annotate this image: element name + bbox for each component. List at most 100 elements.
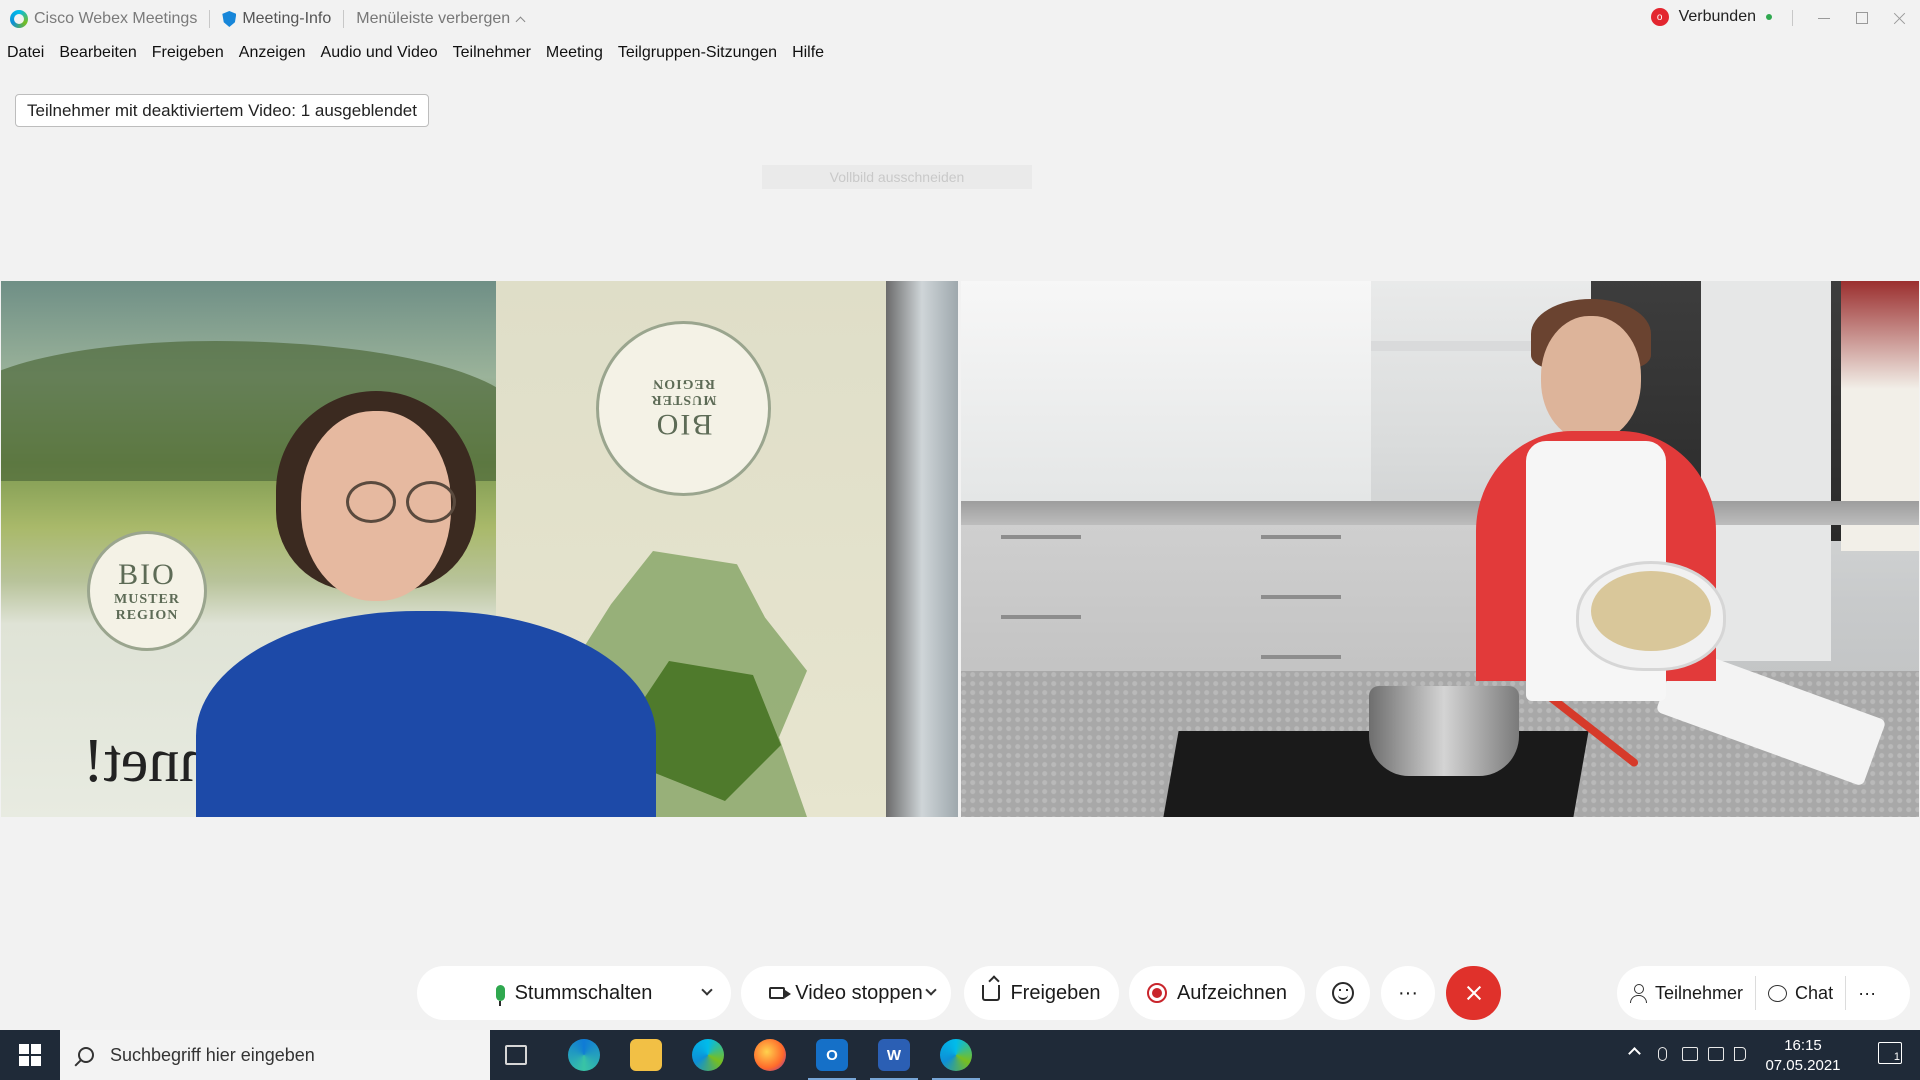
recording-indicator-icon: o xyxy=(1650,8,1669,26)
share-icon xyxy=(982,985,1001,1001)
microphone-icon[interactable] xyxy=(1658,1047,1667,1061)
share-label: Freigeben xyxy=(1010,981,1101,1004)
file-explorer-icon[interactable] xyxy=(630,1039,662,1071)
title-bar: Cisco Webex Meetings Meeting-Info Menüle… xyxy=(0,0,1920,38)
start-button[interactable] xyxy=(0,1030,60,1080)
menu-item-teilgruppen-sitzungen[interactable]: Teilgruppen-Sitzungen xyxy=(618,44,777,68)
participants-label: Teilnehmer xyxy=(1655,982,1744,1003)
status-dot-icon xyxy=(1766,14,1772,20)
title-separator xyxy=(209,10,211,28)
meeting-controls: Stummschalten Video stoppen Freigeben Au… xyxy=(0,966,1920,1020)
record-button[interactable]: Aufzeichnen xyxy=(1129,966,1305,1020)
badge-text: MUSTER xyxy=(114,592,180,607)
menu-item-bearbeiten[interactable]: Bearbeiten xyxy=(59,44,136,68)
menu-item-audio-und-video[interactable]: Audio und Video xyxy=(321,44,438,68)
network-icon[interactable] xyxy=(1708,1047,1724,1061)
hide-menu-button[interactable]: Menüleiste verbergen xyxy=(356,10,526,28)
mute-label: Stummschalten xyxy=(514,981,653,1004)
chat-button[interactable]: Chat xyxy=(1756,966,1845,1020)
menu-item-meeting[interactable]: Meeting xyxy=(546,44,603,68)
camera-icon xyxy=(769,987,792,999)
menu-item-anzeigen[interactable]: Anzeigen xyxy=(239,44,306,68)
volume-icon[interactable] xyxy=(1734,1047,1746,1061)
badge-text: BIO xyxy=(654,408,713,442)
badge-text: MUSTER xyxy=(650,392,717,408)
menu-item-datei[interactable]: Datei xyxy=(7,44,44,68)
fullscreen-hint: Vollbild ausschneiden xyxy=(762,165,1032,189)
clock-time: 16:15 xyxy=(1784,1037,1822,1054)
badge-text: BIO xyxy=(118,558,176,591)
hidden-participants-button[interactable]: Teilnehmer mit deaktiviertem Video: 1 au… xyxy=(15,94,429,127)
battery-icon[interactable] xyxy=(1682,1047,1698,1061)
clock-date: 07.05.2021 xyxy=(1765,1057,1841,1074)
shield-icon xyxy=(222,11,237,27)
bio-musterregion-logo: BIO MUSTER REGION xyxy=(596,321,771,496)
firefox-icon[interactable] xyxy=(754,1039,786,1071)
mute-button[interactable]: Stummschalten xyxy=(417,966,731,1020)
menu-bar: Datei Bearbeiten Freigeben Anzeigen Audi… xyxy=(0,44,832,68)
more-icon: ··· xyxy=(1858,982,1877,1003)
share-button[interactable]: Freigeben xyxy=(964,966,1119,1020)
close-window-button[interactable] xyxy=(1884,4,1914,32)
connection-status[interactable]: o Verbunden xyxy=(1650,8,1772,26)
cooking-pot xyxy=(1369,686,1519,776)
minimize-button[interactable] xyxy=(1809,4,1839,32)
window-background xyxy=(886,281,958,817)
search-placeholder: Suchbegriff hier eingeben xyxy=(110,1044,315,1065)
person-icon xyxy=(1629,984,1647,1003)
task-view-icon[interactable] xyxy=(505,1045,527,1065)
edge-icon[interactable] xyxy=(568,1039,600,1071)
countertop xyxy=(961,501,1919,525)
title-separator xyxy=(343,10,345,28)
participant-face xyxy=(1541,316,1641,441)
banner-text: hnet! xyxy=(83,727,211,795)
taskbar-search[interactable]: Suchbegriff hier eingeben xyxy=(60,1030,490,1080)
record-label: Aufzeichnen xyxy=(1176,981,1288,1004)
outlook-icon[interactable]: O xyxy=(808,1039,856,1080)
windows-taskbar: Suchbegriff hier eingeben O W 16:15 07.0… xyxy=(0,1030,1920,1080)
webex-meetings-icon[interactable] xyxy=(932,1039,980,1080)
more-options-button[interactable]: ··· xyxy=(1381,966,1435,1020)
chevron-up-icon[interactable] xyxy=(1628,1047,1641,1060)
smiley-icon xyxy=(1332,982,1354,1004)
restore-button[interactable] xyxy=(1847,4,1877,32)
panel-more-button[interactable]: ··· xyxy=(1846,966,1888,1020)
chevron-up-icon xyxy=(515,16,526,26)
windows-logo-icon xyxy=(19,1044,41,1066)
panel-toggles: Teilnehmer Chat ··· xyxy=(1617,966,1910,1020)
glasses xyxy=(406,481,456,523)
system-tray: 16:15 07.05.2021 1 xyxy=(1620,1030,1920,1080)
menu-item-teilnehmer[interactable]: Teilnehmer xyxy=(453,44,531,68)
video-tile-right[interactable] xyxy=(961,281,1919,817)
bio-musterregion-logo: BIO MUSTER REGION xyxy=(87,531,207,651)
reactions-button[interactable] xyxy=(1316,966,1370,1020)
app-name: Cisco Webex Meetings xyxy=(34,10,198,27)
chat-label: Chat xyxy=(1795,982,1834,1003)
webex-logo-icon xyxy=(10,10,28,28)
video-tile-left[interactable]: BIO MUSTER REGION BIO MUSTER REGION hnet… xyxy=(1,281,958,817)
dough xyxy=(1591,571,1711,651)
menu-item-hilfe[interactable]: Hilfe xyxy=(792,44,824,68)
menu-item-freigeben[interactable]: Freigeben xyxy=(152,44,224,68)
microphone-icon xyxy=(495,985,505,1006)
badge-text: REGION xyxy=(115,608,179,623)
connection-status-label: Verbunden xyxy=(1678,8,1756,25)
badge-text: REGION xyxy=(652,376,715,392)
meeting-info-label: Meeting-Info xyxy=(242,10,332,27)
glasses xyxy=(346,481,396,523)
chevron-down-icon[interactable] xyxy=(701,984,713,996)
word-icon[interactable]: W xyxy=(870,1039,918,1080)
notifications-icon[interactable]: 1 xyxy=(1878,1042,1902,1064)
kitchen-window xyxy=(961,281,1371,501)
webex-icon[interactable] xyxy=(692,1039,724,1071)
stop-video-button[interactable]: Video stoppen xyxy=(741,966,951,1020)
meeting-info-button[interactable]: Meeting-Info xyxy=(222,10,331,28)
leave-meeting-button[interactable] xyxy=(1446,966,1501,1020)
record-icon xyxy=(1146,983,1167,1003)
chat-bubble-icon xyxy=(1768,984,1788,1002)
search-icon xyxy=(78,1047,94,1063)
participants-button[interactable]: Teilnehmer xyxy=(1617,966,1755,1020)
clock[interactable]: 16:15 07.05.2021 xyxy=(1758,1036,1848,1076)
app-title: Cisco Webex Meetings xyxy=(10,10,197,28)
chevron-down-icon[interactable] xyxy=(925,984,937,996)
